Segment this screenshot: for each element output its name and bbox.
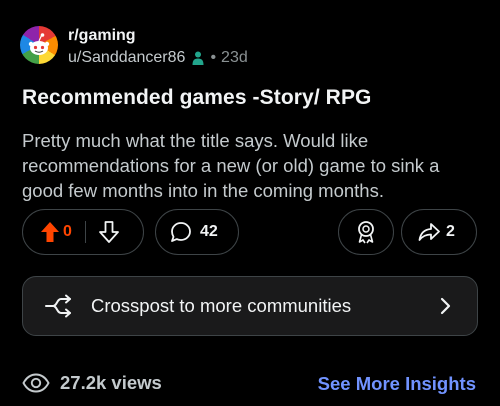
upvote-arrow-icon: [41, 222, 59, 242]
byline-separator: •: [210, 49, 217, 66]
view-count: 27.2k views: [60, 372, 162, 393]
post-age: 23d: [221, 49, 248, 66]
award-ribbon-icon: [358, 221, 374, 244]
vote-controls: 0: [22, 209, 144, 255]
post-body: Pretty much what the title says. Would l…: [22, 130, 440, 201]
community-name[interactable]: r/gaming: [68, 28, 248, 44]
downvote-arrow-icon: [99, 221, 119, 243]
eye-icon: [22, 373, 50, 393]
person-icon: [192, 51, 204, 65]
comments-button[interactable]: 42: [155, 209, 239, 255]
community-avatar[interactable]: [20, 26, 58, 64]
view-stats: 27.2k views: [22, 372, 162, 394]
comment-count: 42: [200, 223, 218, 240]
crosspost-icon: [45, 294, 71, 318]
post-title: Recommended games -Story/ RPG: [22, 86, 372, 109]
crosspost-label: Crosspost to more communities: [91, 295, 352, 316]
speech-bubble-icon: [171, 222, 191, 242]
post-header: r/gaming u/Sanddancer86 • 23d: [20, 26, 248, 66]
share-count: 2: [446, 223, 455, 240]
award-button[interactable]: [338, 209, 394, 255]
see-more-insights-link[interactable]: See More Insights: [318, 373, 476, 395]
author-name[interactable]: u/Sanddancer86: [68, 50, 185, 66]
post-detail: r/gaming u/Sanddancer86 • 23d Recommende…: [0, 0, 500, 406]
chevron-right-icon: [440, 297, 451, 315]
snoo-icon: [28, 33, 50, 55]
crosspost-button[interactable]: Crosspost to more communities: [22, 276, 478, 336]
share-arrow-icon: [418, 223, 440, 241]
vote-count: 0: [63, 223, 72, 240]
share-button[interactable]: 2: [401, 209, 477, 255]
downvote-button[interactable]: [86, 209, 132, 255]
